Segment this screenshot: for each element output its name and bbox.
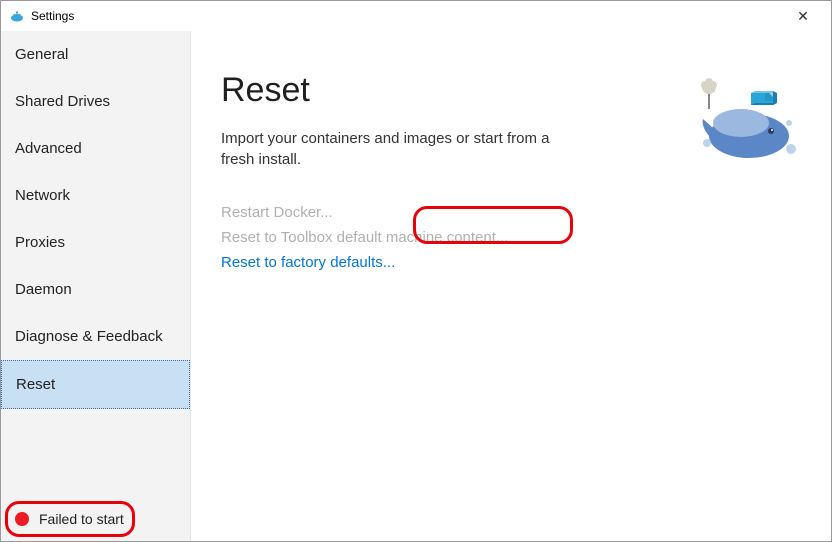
- sidebar-item-label: Daemon: [15, 281, 72, 298]
- sidebar-item-label: Advanced: [15, 140, 82, 157]
- sidebar-item-daemon[interactable]: Daemon: [1, 266, 190, 313]
- sidebar-item-label: Proxies: [15, 234, 65, 251]
- sidebar-item-shared-drives[interactable]: Shared Drives: [1, 78, 190, 125]
- sidebar: General Shared Drives Advanced Network P…: [1, 31, 191, 541]
- titlebar: Settings ✕: [1, 1, 831, 31]
- reset-toolbox-link[interactable]: Reset to Toolbox default machine content…: [221, 229, 801, 246]
- content-pane: Reset Import your containers and images …: [191, 31, 831, 541]
- sidebar-item-label: Diagnose & Feedback: [15, 328, 163, 345]
- sidebar-item-label: General: [15, 46, 68, 63]
- whale-illustration-icon: [691, 71, 801, 171]
- page-subtitle: Import your containers and images or sta…: [221, 128, 561, 170]
- close-button[interactable]: ✕: [783, 8, 823, 25]
- status-text: Failed to start: [39, 511, 124, 527]
- status-bar: Failed to start: [1, 501, 190, 541]
- sidebar-item-general[interactable]: General: [1, 31, 190, 78]
- sidebar-item-network[interactable]: Network: [1, 172, 190, 219]
- status-dot-icon: [15, 512, 29, 526]
- restart-docker-link[interactable]: Restart Docker...: [221, 204, 801, 221]
- window-title: Settings: [31, 9, 74, 23]
- sidebar-item-label: Network: [15, 187, 70, 204]
- sidebar-item-label: Reset: [16, 376, 55, 393]
- reset-factory-defaults-link[interactable]: Reset to factory defaults...: [221, 254, 801, 271]
- docker-whale-icon: [9, 8, 25, 24]
- sidebar-item-advanced[interactable]: Advanced: [1, 125, 190, 172]
- sidebar-item-label: Shared Drives: [15, 93, 110, 110]
- sidebar-item-proxies[interactable]: Proxies: [1, 219, 190, 266]
- sidebar-item-reset[interactable]: Reset: [1, 360, 190, 409]
- sidebar-item-diagnose-feedback[interactable]: Diagnose & Feedback: [1, 313, 190, 360]
